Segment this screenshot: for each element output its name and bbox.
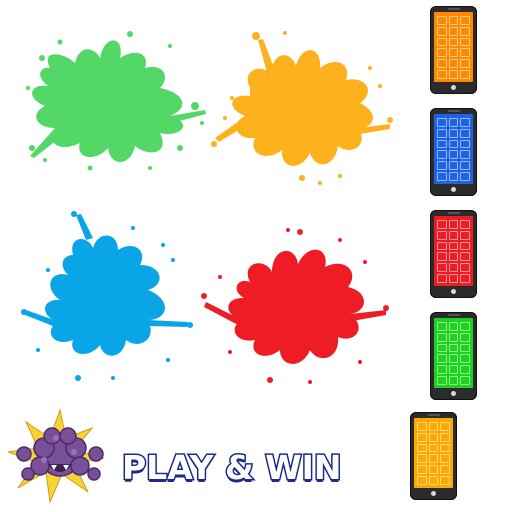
phone-screen bbox=[434, 114, 473, 184]
app-icon-grid bbox=[437, 322, 470, 385]
phone-speaker bbox=[427, 414, 440, 416]
phone-amber[interactable] bbox=[410, 412, 457, 500]
app-icon-grid bbox=[437, 118, 470, 181]
red-paint-splat[interactable] bbox=[200, 222, 390, 387]
phone-speaker bbox=[447, 314, 460, 316]
app-icon-grid bbox=[417, 422, 450, 485]
phone-speaker bbox=[447, 212, 460, 214]
app-icon-grid bbox=[437, 16, 470, 79]
phone-orange[interactable] bbox=[430, 6, 477, 94]
phone-blue[interactable] bbox=[430, 108, 477, 196]
home-button-icon[interactable] bbox=[431, 491, 436, 496]
phone-screen bbox=[434, 12, 473, 82]
home-button-icon[interactable] bbox=[451, 289, 456, 294]
phone-screen bbox=[434, 216, 473, 286]
phone-speaker bbox=[447, 110, 460, 112]
green-paint-splat[interactable] bbox=[20, 28, 210, 178]
orange-paint-splat[interactable] bbox=[210, 28, 400, 188]
phone-screen bbox=[434, 318, 473, 388]
phone-screen bbox=[414, 418, 453, 488]
purple-monster-icon bbox=[7, 408, 105, 504]
phone-speaker bbox=[447, 8, 460, 10]
phone-green[interactable] bbox=[430, 312, 477, 400]
app-icon-grid bbox=[437, 220, 470, 283]
home-button-icon[interactable] bbox=[451, 391, 456, 396]
blue-paint-splat[interactable] bbox=[18, 210, 198, 385]
home-button-icon[interactable] bbox=[451, 187, 456, 192]
play-and-win-title[interactable]: PLAY & WIN bbox=[121, 447, 344, 489]
phone-red[interactable] bbox=[430, 210, 477, 298]
home-button-icon[interactable] bbox=[451, 85, 456, 90]
play-and-win-label: PLAY & WIN bbox=[121, 447, 344, 489]
